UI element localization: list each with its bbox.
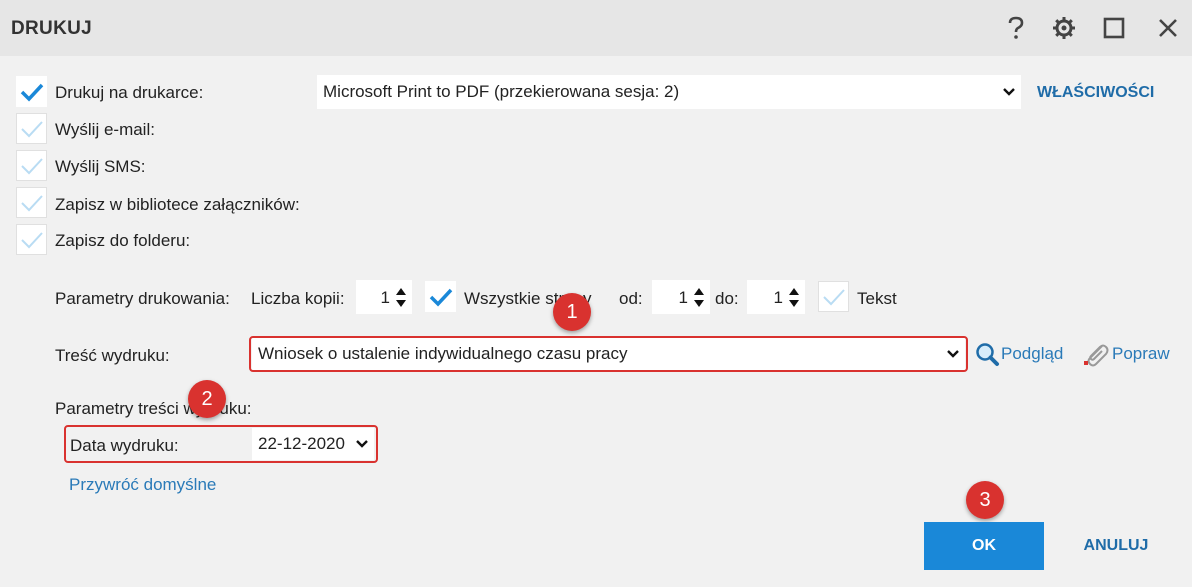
paperclip-icon[interactable] xyxy=(1082,340,1110,368)
step-badge-2: 2 xyxy=(188,380,226,418)
print-to-printer-label: Drukuj na drukarce: xyxy=(55,83,204,102)
all-pages-checkbox[interactable] xyxy=(425,281,456,312)
print-params-label: Parametry drukowania: xyxy=(55,289,230,308)
arrow-up-icon[interactable] xyxy=(789,288,799,295)
text-label: Tekst xyxy=(857,289,897,308)
ok-button[interactable]: OK xyxy=(924,522,1044,570)
send-email-label: Wyślij e-mail: xyxy=(55,120,155,139)
save-library-checkbox[interactable] xyxy=(16,187,47,218)
title-bar: DRUKUJ xyxy=(0,0,1192,56)
highlight-content-box xyxy=(249,336,968,372)
printer-select-value: Microsoft Print to PDF (przekierowana se… xyxy=(323,82,680,101)
magnifier-icon[interactable] xyxy=(974,341,1000,367)
cancel-button[interactable]: ANULUJ xyxy=(1072,522,1160,570)
chevron-down-icon xyxy=(1003,88,1015,96)
text-checkbox[interactable] xyxy=(818,281,849,312)
close-icon[interactable] xyxy=(1153,13,1183,43)
help-icon[interactable] xyxy=(1001,13,1031,43)
gear-icon[interactable] xyxy=(1049,13,1079,43)
window-title: DRUKUJ xyxy=(11,18,92,39)
to-page-stepper[interactable]: 1 xyxy=(747,280,805,314)
save-folder-checkbox[interactable] xyxy=(16,224,47,255)
fix-link[interactable]: Popraw xyxy=(1112,344,1170,364)
maximize-icon[interactable] xyxy=(1099,13,1129,43)
save-folder-label: Zapisz do folderu: xyxy=(55,231,191,250)
arrow-down-icon[interactable] xyxy=(694,300,704,307)
send-sms-checkbox[interactable] xyxy=(16,150,47,181)
printer-properties-link[interactable]: WŁAŚCIWOŚCI xyxy=(1037,84,1154,102)
content-label: Treść wydruku: xyxy=(55,346,170,365)
step-badge-1: 1 xyxy=(553,293,591,331)
save-library-label: Zapisz w bibliotece załączników: xyxy=(55,195,300,214)
arrow-up-icon[interactable] xyxy=(396,288,406,295)
print-to-printer-checkbox[interactable] xyxy=(16,76,47,107)
send-sms-label: Wyślij SMS: xyxy=(55,157,146,176)
highlight-date-box xyxy=(64,425,378,463)
copies-stepper[interactable]: 1 xyxy=(356,280,412,314)
from-page-value: 1 xyxy=(678,288,688,307)
copies-value: 1 xyxy=(380,288,390,307)
from-label: od: xyxy=(619,289,643,308)
arrow-down-icon[interactable] xyxy=(789,300,799,307)
copies-label: Liczba kopii: xyxy=(251,289,345,308)
step-badge-3: 3 xyxy=(966,481,1004,519)
printer-select[interactable]: Microsoft Print to PDF (przekierowana se… xyxy=(317,75,1021,109)
from-page-stepper[interactable]: 1 xyxy=(652,280,710,314)
arrow-up-icon[interactable] xyxy=(694,288,704,295)
send-email-checkbox[interactable] xyxy=(16,113,47,144)
arrow-down-icon[interactable] xyxy=(396,300,406,307)
restore-defaults-link[interactable]: Przywróć domyślne xyxy=(69,475,216,495)
preview-link[interactable]: Podgląd xyxy=(1001,344,1063,364)
to-label: do: xyxy=(715,289,739,308)
to-page-value: 1 xyxy=(773,288,783,307)
